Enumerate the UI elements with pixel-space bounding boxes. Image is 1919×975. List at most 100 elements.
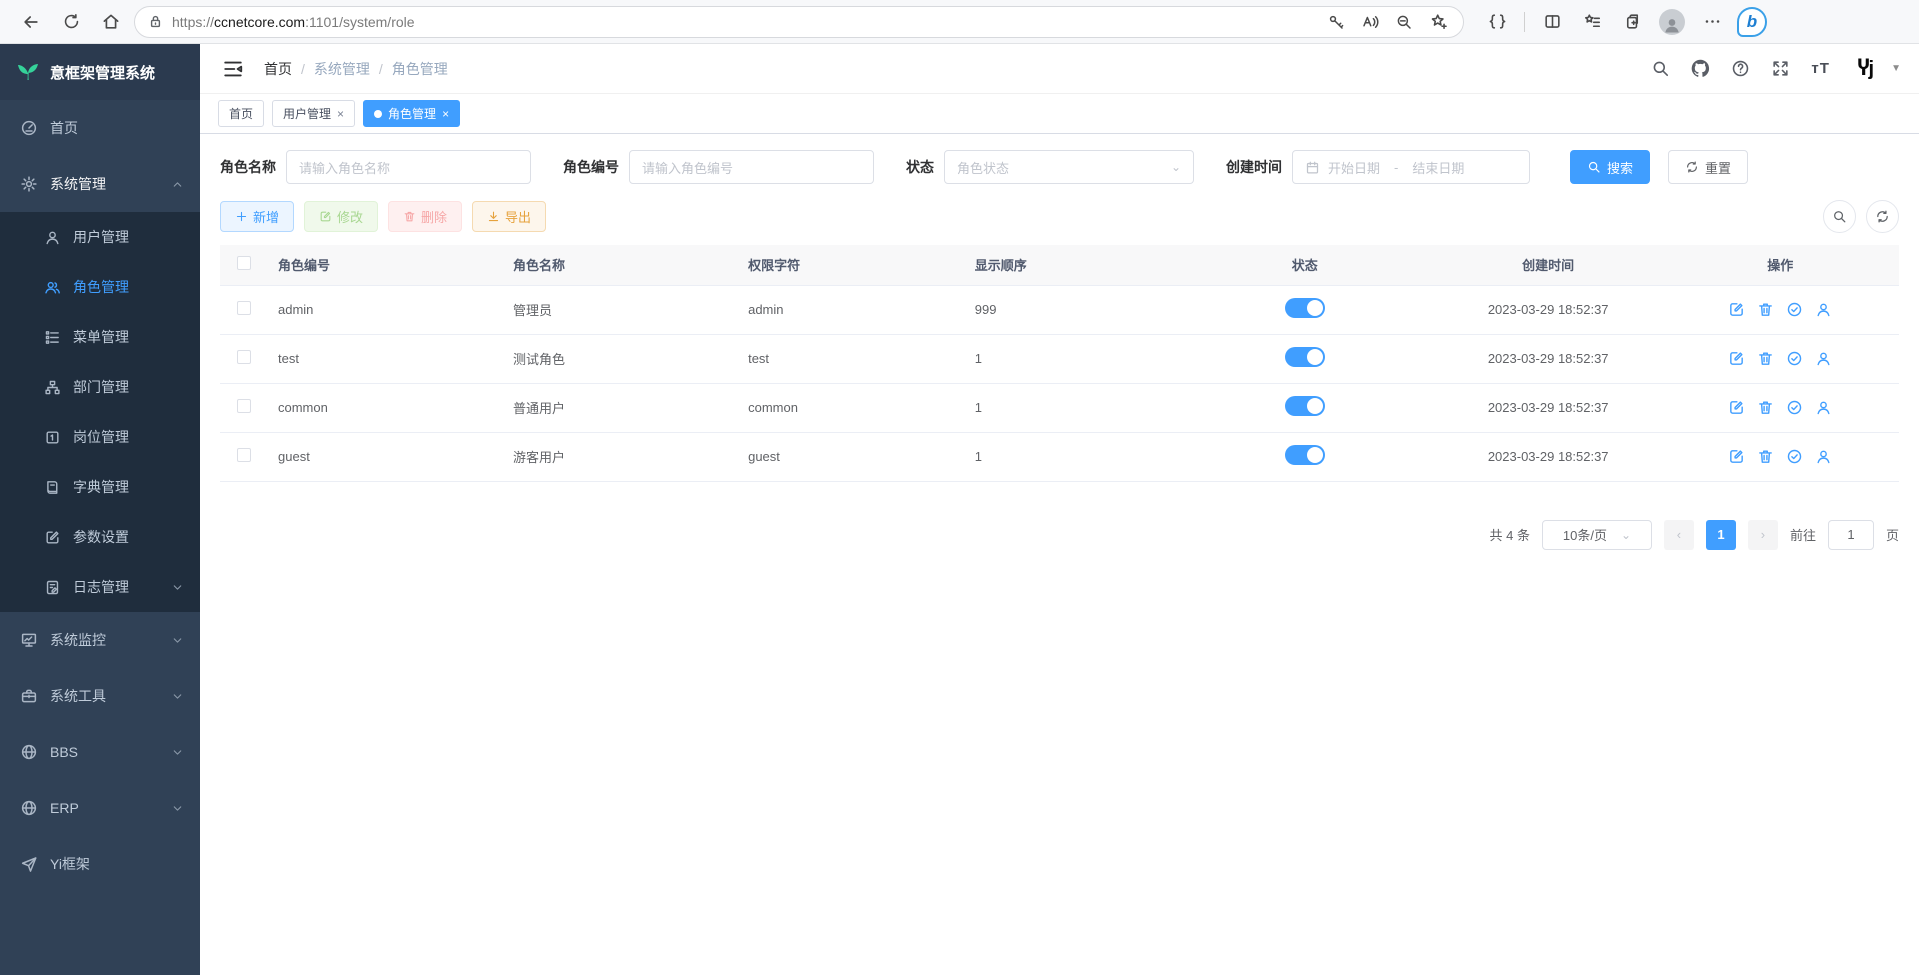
delete-button[interactable]: 删除: [388, 201, 462, 232]
add-button[interactable]: 新增: [220, 201, 294, 232]
current-page[interactable]: 1: [1706, 520, 1736, 550]
modify-button[interactable]: 修改: [304, 201, 378, 232]
read-aloud-icon[interactable]: [1355, 7, 1385, 37]
help-icon[interactable]: [1730, 58, 1752, 80]
row-delete-icon[interactable]: [1757, 350, 1774, 367]
col-status: 状态: [1175, 245, 1435, 285]
sidebar-item-system-monitor[interactable]: 系统监控: [0, 612, 200, 668]
split-screen-icon[interactable]: [1535, 5, 1569, 39]
browser-back-button[interactable]: [14, 5, 48, 39]
sidebar-collapse-icon[interactable]: [218, 54, 248, 84]
browser-essentials-icon[interactable]: [1480, 5, 1514, 39]
reset-button[interactable]: 重置: [1668, 150, 1748, 184]
bing-chat-icon[interactable]: b: [1735, 5, 1769, 39]
sidebar-item-post-management[interactable]: 岗位管理: [0, 412, 200, 462]
row-delete-icon[interactable]: [1757, 301, 1774, 318]
address-bar[interactable]: https://ccnetcore.com:1101/system/role: [134, 6, 1464, 38]
password-key-icon[interactable]: [1321, 7, 1351, 37]
row-assign-user-icon[interactable]: [1815, 301, 1832, 318]
refresh-icon: [1685, 160, 1699, 174]
status-toggle[interactable]: [1285, 347, 1325, 367]
row-data-scope-icon[interactable]: [1786, 399, 1803, 416]
toggle-search-button[interactable]: [1823, 200, 1856, 233]
page-size-select[interactable]: 10条/页 ⌄: [1542, 520, 1652, 550]
edit-icon: [319, 210, 332, 223]
row-checkbox[interactable]: [237, 399, 251, 413]
row-data-scope-icon[interactable]: [1786, 301, 1803, 318]
close-icon[interactable]: ×: [337, 107, 344, 121]
row-edit-icon[interactable]: [1728, 350, 1745, 367]
sidebar-item-param-settings[interactable]: 参数设置: [0, 512, 200, 562]
log-icon: [44, 579, 61, 596]
site-security-lock-icon[interactable]: [147, 13, 164, 30]
browser-refresh-button[interactable]: [54, 5, 88, 39]
gear-icon: [20, 175, 38, 193]
status-toggle[interactable]: [1285, 396, 1325, 416]
tab-role-management[interactable]: 角色管理 ×: [363, 100, 460, 127]
org-tree-icon: [44, 379, 61, 396]
row-assign-user-icon[interactable]: [1815, 399, 1832, 416]
profile-avatar[interactable]: [1655, 5, 1689, 39]
row-data-scope-icon[interactable]: [1786, 448, 1803, 465]
row-edit-icon[interactable]: [1728, 301, 1745, 318]
sidebar-item-home[interactable]: 首页: [0, 100, 200, 156]
select-all-checkbox[interactable]: [237, 256, 251, 270]
prev-page-button[interactable]: ‹: [1664, 520, 1694, 550]
date-range-picker[interactable]: 开始日期 - 结束日期: [1292, 150, 1530, 184]
sidebar-item-log-management[interactable]: 日志管理: [0, 562, 200, 612]
plus-icon: [235, 210, 248, 223]
status-select[interactable]: 角色状态 ⌄: [944, 150, 1194, 184]
sidebar-item-menu-management[interactable]: 菜单管理: [0, 312, 200, 362]
github-icon[interactable]: [1690, 58, 1712, 80]
row-delete-icon[interactable]: [1757, 448, 1774, 465]
sidebar-item-role-management[interactable]: 角色管理: [0, 262, 200, 312]
row-data-scope-icon[interactable]: [1786, 350, 1803, 367]
users-icon: [44, 279, 61, 296]
tab-user-management[interactable]: 用户管理 ×: [272, 100, 355, 127]
row-edit-icon[interactable]: [1728, 399, 1745, 416]
favorites-icon[interactable]: [1575, 5, 1609, 39]
page-unit-label: 页: [1886, 525, 1899, 544]
zoom-out-icon[interactable]: [1389, 7, 1419, 37]
row-assign-user-icon[interactable]: [1815, 448, 1832, 465]
status-toggle[interactable]: [1285, 298, 1325, 318]
browser-home-button[interactable]: [94, 5, 128, 39]
row-checkbox[interactable]: [237, 350, 251, 364]
avatar-caret-down-icon[interactable]: ▼: [1891, 63, 1901, 74]
next-page-button[interactable]: ›: [1748, 520, 1778, 550]
sidebar-item-dict-management[interactable]: 字典管理: [0, 462, 200, 512]
sidebar-item-bbs[interactable]: BBS: [0, 724, 200, 780]
fullscreen-icon[interactable]: [1770, 58, 1792, 80]
row-delete-icon[interactable]: [1757, 399, 1774, 416]
font-size-icon[interactable]: тT: [1810, 58, 1832, 80]
add-favorite-icon[interactable]: [1423, 7, 1453, 37]
breadcrumb-home[interactable]: 首页: [264, 59, 292, 79]
breadcrumb: 首页 / 系统管理 / 角色管理: [264, 59, 448, 79]
row-edit-icon[interactable]: [1728, 448, 1745, 465]
sidebar-item-dept-management[interactable]: 部门管理: [0, 362, 200, 412]
sidebar-item-yi-framework[interactable]: Yi框架: [0, 836, 200, 892]
row-checkbox[interactable]: [237, 301, 251, 315]
role-code-input[interactable]: 请输入角色编号: [629, 150, 874, 184]
row-assign-user-icon[interactable]: [1815, 350, 1832, 367]
role-name-input[interactable]: 请输入角色名称: [286, 150, 531, 184]
refresh-table-button[interactable]: [1866, 200, 1899, 233]
user-avatar-logo[interactable]: Ⴤj: [1858, 56, 1873, 81]
settings-menu-icon[interactable]: [1695, 5, 1729, 39]
export-button[interactable]: 导出: [472, 201, 546, 232]
sidebar-item-system-tools[interactable]: 系统工具: [0, 668, 200, 724]
url-text[interactable]: https://ccnetcore.com:1101/system/role: [172, 14, 1313, 30]
table-header-row: 角色编号 角色名称 权限字符 显示顺序 状态 创建时间 操作: [220, 245, 1899, 285]
tab-home[interactable]: 首页: [218, 100, 264, 127]
toolbar-divider: [1524, 12, 1525, 32]
row-checkbox[interactable]: [237, 448, 251, 462]
sidebar-item-erp[interactable]: ERP: [0, 780, 200, 836]
sidebar-item-user-management[interactable]: 用户管理: [0, 212, 200, 262]
goto-page-input[interactable]: 1: [1828, 520, 1874, 550]
collections-icon[interactable]: [1615, 5, 1649, 39]
status-toggle[interactable]: [1285, 445, 1325, 465]
close-icon[interactable]: ×: [442, 107, 449, 121]
search-button[interactable]: 搜索: [1570, 150, 1650, 184]
header-search-icon[interactable]: [1650, 58, 1672, 80]
sidebar-item-system-management[interactable]: 系统管理: [0, 156, 200, 212]
